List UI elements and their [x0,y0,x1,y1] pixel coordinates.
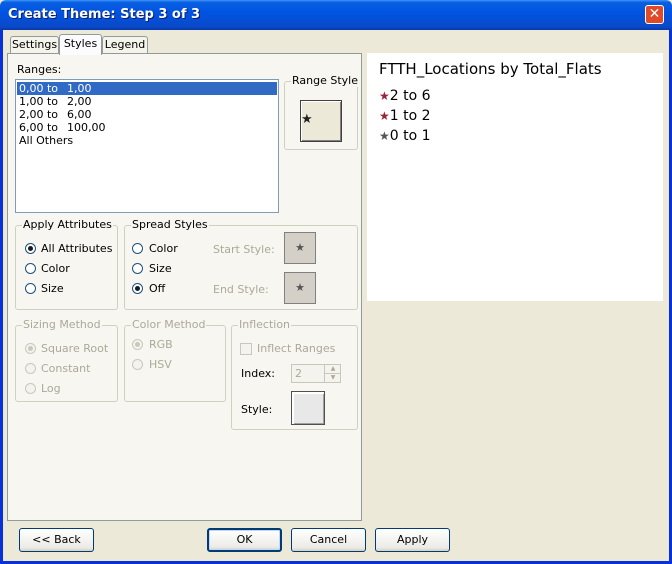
range-from: All Others [19,134,74,147]
tab-settings[interactable]: Settings [10,36,59,53]
square-root-radio[interactable] [25,343,36,354]
star-icon: ★ [379,89,390,103]
apply-attributes-label: Apply Attributes [22,218,113,231]
index-spinner[interactable]: 2 ▲ ▼ [291,364,341,383]
inflection-style-button[interactable] [291,391,325,425]
color-attribute-label: Color [41,262,70,275]
all-attributes-label: All Attributes [41,242,113,255]
spread-off-radio[interactable] [132,283,143,294]
inflect-ranges-checkbox[interactable] [240,343,252,355]
range-style-label: Range Style [291,74,359,87]
range-from: 6,00 to [19,121,59,134]
ok-button[interactable]: OK [207,528,282,552]
range-to: 6,00 [67,108,92,121]
legend-row-label: 1 to 2 [389,108,431,124]
legend-row: ★0 to 1 [379,128,431,144]
legend-row: ★1 to 2 [379,108,431,124]
legend-row-label: 2 to 6 [389,88,431,104]
star-icon: ★ [379,109,390,123]
range-to: 2,00 [67,95,92,108]
index-label: Index: [241,367,275,380]
rgb-radio[interactable] [132,339,143,350]
range-from: 2,00 to [19,108,59,121]
range-from: 0,00 to [19,82,59,95]
spread-size-label: Size [149,262,172,275]
ranges-listbox[interactable]: 0,00 to 1,00 1,00 to 2,00 2,00 to 6,00 6… [15,79,279,213]
list-item[interactable]: 2,00 to 6,00 [17,108,277,121]
range-style-button[interactable]: ★ [300,100,342,142]
spread-off-label: Off [149,282,166,295]
hsv-radio[interactable] [132,359,143,370]
spread-size-radio[interactable] [132,263,143,274]
start-style-label: Start Style: [213,243,275,256]
window-title: Create Theme: Step 3 of 3 [8,7,201,22]
constant-label: Constant [41,362,91,375]
inflection-label: Inflection [238,318,292,331]
color-attribute-radio[interactable] [25,263,36,274]
preview-title: FTTH_Locations by Total_Flats [379,60,602,78]
color-method-label: Color Method [131,318,207,331]
cancel-button[interactable]: Cancel [291,528,366,552]
range-from: 1,00 to [19,95,59,108]
star-icon: ★ [379,129,390,143]
spread-color-radio[interactable] [132,243,143,254]
legend-row-label: 0 to 1 [389,128,431,144]
start-style-button[interactable]: ★ [284,232,316,264]
list-item[interactable]: 1,00 to 2,00 [17,95,277,108]
index-value: 2 [295,367,302,380]
close-button[interactable]: ✕ [645,5,664,24]
log-label: Log [41,382,61,395]
end-style-button[interactable]: ★ [284,272,316,304]
square-root-label: Square Root [41,342,109,355]
ranges-label: Ranges: [17,63,62,76]
size-attribute-radio[interactable] [25,283,36,294]
rgb-label: RGB [149,338,173,351]
spin-down-icon[interactable]: ▼ [324,374,341,382]
legend-row: ★2 to 6 [379,88,431,104]
list-item[interactable]: 0,00 to 1,00 [17,82,277,95]
range-to: 100,00 [67,121,106,134]
end-style-label: End Style: [213,283,269,296]
size-attribute-label: Size [41,282,64,295]
range-to: 1,00 [67,82,92,95]
log-radio[interactable] [25,383,36,394]
list-item[interactable]: All Others [17,134,277,147]
back-button[interactable]: << Back [19,528,94,552]
sizing-method-label: Sizing Method [22,318,102,331]
spread-styles-label: Spread Styles [131,218,209,231]
spread-color-label: Color [149,242,178,255]
spin-up-icon[interactable]: ▲ [324,365,341,374]
constant-radio[interactable] [25,363,36,374]
inflect-ranges-label: Inflect Ranges [257,342,336,355]
list-item[interactable]: 6,00 to 100,00 [17,121,277,134]
tab-legend[interactable]: Legend [102,36,148,53]
inflection-style-label: Style: [241,403,273,416]
all-attributes-radio[interactable] [25,243,36,254]
hsv-label: HSV [149,358,172,371]
apply-button[interactable]: Apply [375,528,450,552]
tab-styles[interactable]: Styles [59,34,102,55]
legend-preview: FTTH_Locations by Total_Flats ★2 to 6 ★1… [367,53,663,301]
